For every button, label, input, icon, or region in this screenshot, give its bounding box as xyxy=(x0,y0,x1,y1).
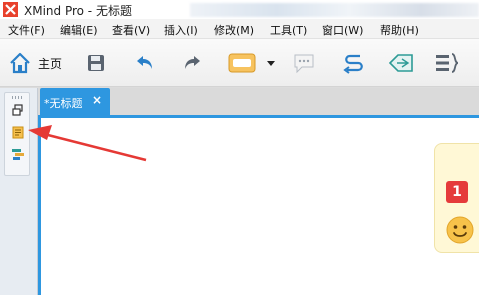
blurred-background xyxy=(190,3,479,17)
window-title: XMind Pro - 无标题 xyxy=(24,4,132,18)
menu-view[interactable]: 查看(V) xyxy=(112,22,150,38)
topic-icon xyxy=(228,53,256,73)
menu-help[interactable]: 帮助(H) xyxy=(380,22,419,38)
redo-icon xyxy=(185,56,200,69)
menu-edit[interactable]: 编辑(E) xyxy=(60,22,98,38)
side-panel xyxy=(0,88,38,295)
topic-dropdown[interactable] xyxy=(264,49,278,77)
save-icon xyxy=(88,55,104,71)
home-button[interactable] xyxy=(6,49,34,77)
drag-grip-icon[interactable] xyxy=(12,96,24,99)
home-icon xyxy=(10,52,30,74)
boundary-icon xyxy=(388,54,413,72)
tab-close-icon[interactable]: × xyxy=(92,93,102,107)
notes-icon[interactable] xyxy=(11,125,25,139)
toolbar: 主页 xyxy=(0,39,479,87)
priority-1-icon[interactable]: 1 xyxy=(446,181,468,203)
relationship-button[interactable] xyxy=(340,49,368,77)
insert-topic-button[interactable] xyxy=(226,49,260,77)
undo-icon xyxy=(137,56,152,69)
xmind-logo-icon xyxy=(3,2,18,17)
outline-view-icon[interactable] xyxy=(11,103,25,117)
gantt-icon[interactable] xyxy=(11,147,25,161)
menu-tools[interactable]: 工具(T) xyxy=(270,22,307,38)
tab-label: *无标题 xyxy=(44,97,83,110)
callout-button[interactable] xyxy=(290,49,318,77)
redo-button[interactable] xyxy=(180,49,204,77)
tab-strip: *无标题 × xyxy=(38,88,479,115)
undo-button[interactable] xyxy=(133,49,157,77)
home-label[interactable]: 主页 xyxy=(38,55,62,72)
summary-icon xyxy=(436,53,459,73)
summary-button[interactable] xyxy=(432,49,462,77)
callout-icon xyxy=(294,54,314,74)
menu-modify[interactable]: 修改(M) xyxy=(214,22,254,38)
smiley-icon[interactable] xyxy=(445,215,475,245)
dropdown-arrow-icon xyxy=(267,61,275,66)
menu-file[interactable]: 文件(F) xyxy=(8,22,45,38)
mindmap-canvas[interactable] xyxy=(38,118,479,295)
title-bar: XMind Pro - 无标题 xyxy=(0,0,479,19)
side-toolbar xyxy=(4,92,30,176)
menu-insert[interactable]: 插入(I) xyxy=(164,22,198,38)
relationship-icon xyxy=(343,54,363,74)
menu-window[interactable]: 窗口(W) xyxy=(322,22,363,38)
boundary-button[interactable] xyxy=(386,49,416,77)
menu-bar: 文件(F) 编辑(E) 查看(V) 插入(I) 修改(M) 工具(T) 窗口(W… xyxy=(0,19,479,39)
tab-untitled[interactable]: *无标题 × xyxy=(40,88,110,115)
save-button[interactable] xyxy=(84,49,108,77)
